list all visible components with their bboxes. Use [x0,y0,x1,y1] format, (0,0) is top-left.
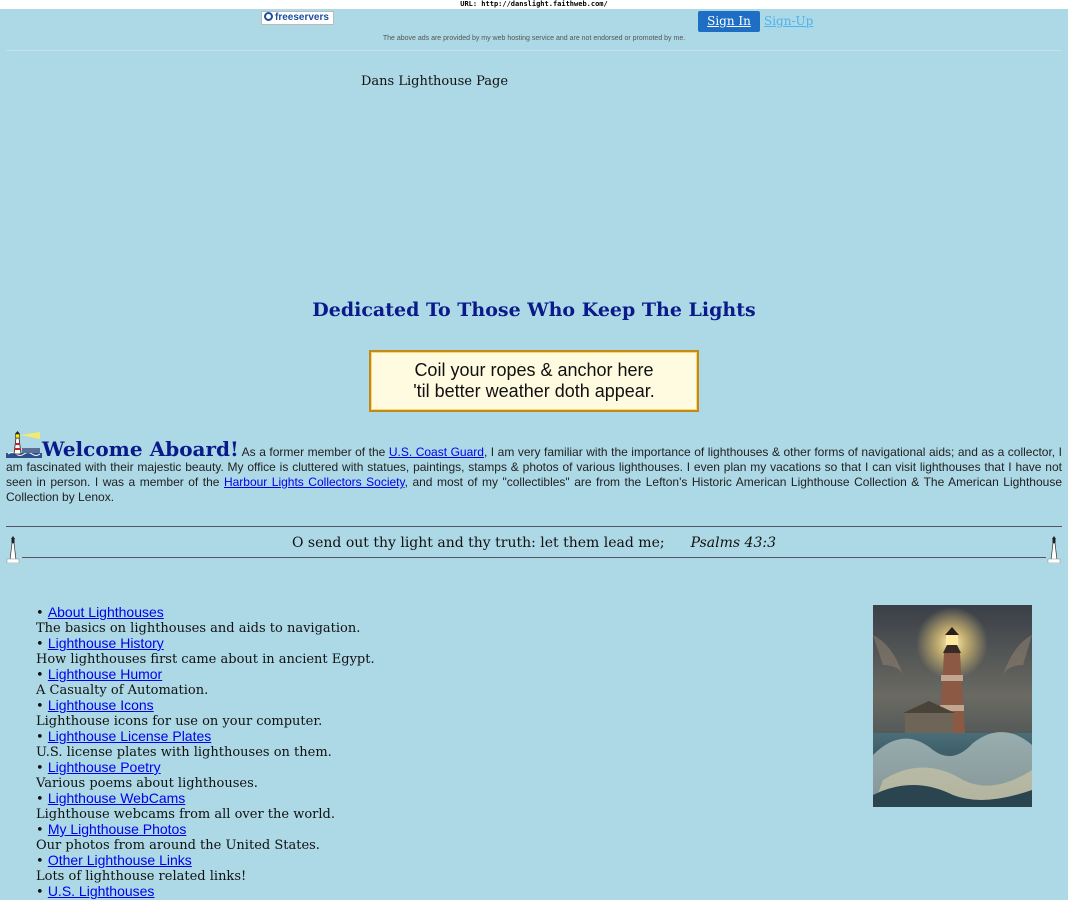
coast-guard-link[interactable]: U.S. Coast Guard [389,445,484,459]
ad-disclaimer: The above ads are provided by my web hos… [382,35,686,42]
lighthouse-icon [6,431,42,458]
list-item: • My Lighthouse Photos Our photos from ar… [36,821,536,854]
link-description: How lighthouses first came about in anci… [36,652,375,667]
link-about-lighthouses[interactable]: About Lighthouses [48,604,164,620]
psalm-reference: Psalms 43:3 [690,535,776,551]
page-title: Dans Lighthouse Page [361,74,509,89]
link-lighthouse-icons[interactable]: Lighthouse Icons [48,697,154,713]
dedication-heading: Dedicated To Those Who Keep The Lights [312,299,756,321]
link-lighthouse-poetry[interactable]: Lighthouse Poetry [48,759,161,775]
link-lighthouse-humor[interactable]: Lighthouse Humor [48,666,162,682]
sign-up-link[interactable]: Sign-Up [764,11,813,32]
link-description: The basics on lighthouses and aids to na… [36,621,361,636]
lighthouse-painting [873,605,1032,807]
list-item: • Lighthouse History How lighthouses firs… [36,635,536,668]
url-bar: URL: http://danslight.faithweb.com/ [0,0,1068,9]
logo-text: freeservers [275,12,329,23]
bullet: • [36,637,44,652]
welcome-section: Welcome Aboard! As a former member of th… [6,430,1062,505]
link-description: Lighthouse webcams from all over the wor… [36,807,336,822]
bullet: • [36,792,44,807]
bullet: • [36,761,44,776]
bullet: • [36,668,44,683]
bullet: • [36,854,44,869]
link-other-lighthouse-links[interactable]: Other Lighthouse Links [48,852,192,868]
link-description: Lots of lighthouse related links! [36,869,247,884]
quote-box: Coil your ropes & anchor here 'til bette… [369,350,699,412]
link-description: U.S. license plates with lighthouses on … [36,745,332,760]
bullet: • [36,823,44,838]
quote-line-1: Coil your ropes & anchor here [414,360,654,380]
link-description: Lighthouse icons for use on your compute… [36,714,323,729]
link-description: Various poems about lighthouses. [36,776,258,791]
link-description: A Casualty of Automation. [36,683,209,698]
bullet: • [36,606,44,621]
link-us-lighthouses[interactable]: U.S. Lighthouses [48,883,155,899]
links-list: • About Lighthouses The basics on lightho… [36,605,536,900]
list-item: • Lighthouse Humor A Casualty of Automati… [36,666,536,699]
psalm-text: O send out thy light and thy truth: let … [292,535,665,551]
list-item: • About Lighthouses The basics on lightho… [36,604,536,637]
header-divider [6,50,1062,51]
list-item: • Other Lighthouse Links Lots of lighthou… [36,852,536,885]
welcome-text-1: As a former member of the [238,445,389,459]
welcome-heading: Welcome Aboard! [42,437,239,461]
sign-in-button[interactable]: Sign In [698,11,760,32]
link-lighthouse-history[interactable]: Lighthouse History [48,635,164,651]
link-lighthouse-webcams[interactable]: Lighthouse WebCams [48,790,185,806]
list-item: • Lighthouse License Plates U.S. license … [36,728,536,761]
bullet: • [36,885,44,900]
list-item: • Lighthouse Icons Lighthouse icons for u… [36,697,536,730]
link-my-lighthouse-photos[interactable]: My Lighthouse Photos [48,821,187,837]
psalm-bottom-divider [22,557,1046,558]
list-item: • U.S. Lighthouses [36,884,536,900]
psalm-top-divider [6,526,1062,527]
bullet: • [36,699,44,714]
link-license-plates[interactable]: Lighthouse License Plates [48,728,211,744]
quote-line-2: 'til better weather doth appear. [413,381,655,401]
link-description: Our photos from around the United States… [36,838,320,853]
freeservers-swirl-icon [264,12,273,21]
psalm-verse: O send out thy light and thy truth: let … [0,535,1068,551]
bullet: • [36,730,44,745]
list-item: • Lighthouse Poetry Various poems about l… [36,759,536,792]
harbour-lights-link[interactable]: Harbour Lights Collectors Society [224,475,405,489]
list-item: • Lighthouse WebCams Lighthouse webcams f… [36,790,536,823]
freeservers-logo[interactable]: freeservers [261,11,334,25]
